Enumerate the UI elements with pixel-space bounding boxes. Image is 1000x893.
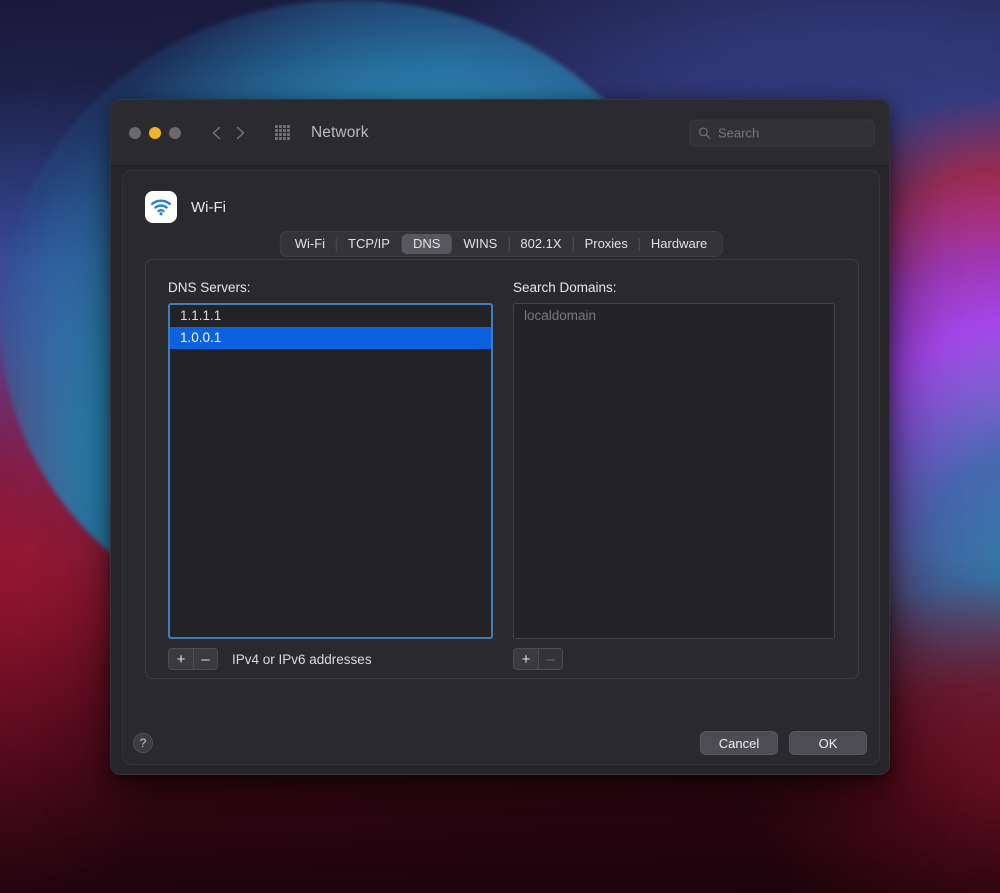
tab-bar: Wi-Fi TCP/IP DNS WINS 802.1X Proxies Har… (279, 231, 723, 257)
tab-wifi[interactable]: Wi-Fi (284, 234, 336, 254)
dns-servers-controls: + – IPv4 or IPv6 addresses (168, 648, 493, 670)
remove-search-domain-button: – (538, 649, 562, 669)
sheet-header: Wi-Fi (123, 171, 879, 227)
desktop-wallpaper: Network Search Wi-Fi Wi-Fi TCP/IP DNS WI… (0, 0, 1000, 893)
dns-servers-column: DNS Servers: 1.1.1.1 1.0.0.1 + – IPv4 or… (168, 280, 493, 670)
wifi-icon (145, 191, 177, 223)
traffic-light-group (129, 126, 181, 139)
dns-server-row[interactable]: 1.0.0.1 (170, 327, 491, 349)
window-title: Network (311, 123, 369, 141)
dns-servers-stepper: + – (168, 648, 218, 670)
tab-tcpip[interactable]: TCP/IP (337, 234, 401, 254)
close-button[interactable] (129, 126, 141, 139)
search-field[interactable]: Search (689, 119, 875, 146)
dns-servers-list[interactable]: 1.1.1.1 1.0.0.1 (168, 303, 493, 639)
search-icon (698, 126, 711, 139)
tab-8021x[interactable]: 802.1X (509, 234, 572, 254)
dns-servers-hint: IPv4 or IPv6 addresses (232, 651, 372, 667)
search-placeholder: Search (718, 125, 760, 140)
sheet-footer: ? Cancel OK (111, 712, 889, 774)
back-chevron-icon[interactable] (209, 125, 225, 141)
search-domains-list[interactable]: localdomain (513, 303, 835, 639)
tab-wins[interactable]: WINS (452, 234, 508, 254)
show-all-grid-icon[interactable] (275, 125, 290, 140)
tab-dns[interactable]: DNS (401, 234, 452, 254)
window-toolbar: Network Search (111, 100, 889, 166)
tab-proxies[interactable]: Proxies (574, 234, 639, 254)
ok-button[interactable]: OK (789, 731, 867, 755)
search-domains-controls: + – (513, 648, 835, 670)
zoom-button[interactable] (169, 126, 181, 139)
forward-chevron-icon[interactable] (232, 125, 248, 141)
wifi-settings-sheet: Wi-Fi Wi-Fi TCP/IP DNS WINS 802.1X Proxi… (122, 170, 880, 765)
help-button[interactable]: ? (133, 733, 153, 753)
navigation-arrows (209, 125, 248, 141)
search-domains-stepper: + – (513, 648, 563, 670)
cancel-button[interactable]: Cancel (700, 731, 778, 755)
search-domains-label: Search Domains: (513, 280, 617, 295)
remove-dns-server-button[interactable]: – (193, 649, 217, 669)
service-name-label: Wi-Fi (191, 198, 226, 216)
add-search-domain-button[interactable]: + (514, 649, 538, 669)
search-domains-column: Search Domains: localdomain + – (513, 280, 835, 670)
dns-columns: DNS Servers: 1.1.1.1 1.0.0.1 + – IPv4 or… (168, 280, 836, 670)
dns-server-row[interactable]: 1.1.1.1 (170, 305, 491, 327)
dns-servers-label: DNS Servers: (168, 280, 251, 295)
tab-bar-wrapper: Wi-Fi TCP/IP DNS WINS 802.1X Proxies Har… (123, 227, 879, 257)
dns-settings-panel: DNS Servers: 1.1.1.1 1.0.0.1 + – IPv4 or… (145, 259, 859, 679)
minimize-button[interactable] (149, 126, 161, 139)
tab-hardware[interactable]: Hardware (640, 234, 718, 254)
network-preferences-window: Network Search Wi-Fi Wi-Fi TCP/IP DNS WI… (110, 99, 890, 775)
search-domain-row[interactable]: localdomain (514, 305, 834, 327)
add-dns-server-button[interactable]: + (169, 649, 193, 669)
